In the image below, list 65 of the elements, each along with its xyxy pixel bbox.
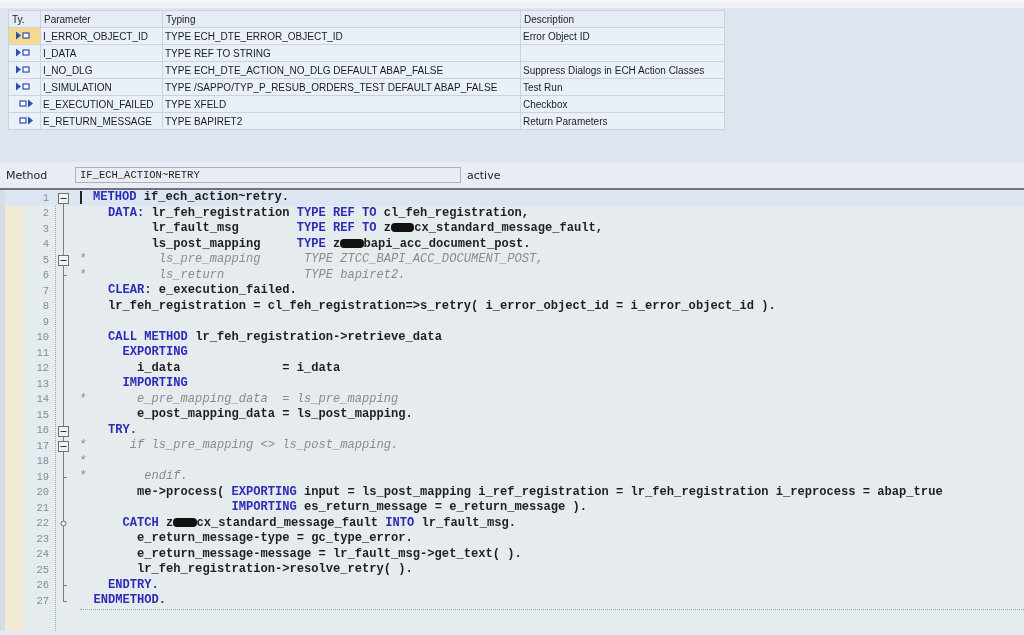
line-number: 13 <box>35 377 50 390</box>
code-line: ENDMETHOD. <box>92 593 167 609</box>
collapse-icon[interactable] <box>58 193 69 204</box>
line-number: 19 <box>35 470 50 483</box>
line-number: 21 <box>35 501 50 514</box>
code-line: e_return_message-type = gc_type_error. <box>136 531 413 547</box>
line-number: 18 <box>35 455 50 468</box>
text-cursor <box>80 191 82 205</box>
code-line: CALL METHOD lr_feh_registration->retrieve_data <box>107 329 442 345</box>
code-line: IMPORTING <box>121 376 188 392</box>
line-number: 27 <box>35 594 50 607</box>
line-number: 24 <box>35 548 50 561</box>
column-header[interactable]: Description <box>520 10 725 28</box>
line-number: 10 <box>35 331 50 344</box>
code-line: CATCH z cx_standard_message_fault INTO lr_fault_msg. <box>121 515 516 531</box>
line-number: 9 <box>41 315 50 328</box>
line-number: 7 <box>41 284 50 297</box>
line-number: 3 <box>41 222 50 235</box>
line-number: 11 <box>35 346 50 359</box>
column-header[interactable]: Parameter <box>40 10 163 28</box>
code-line: TRY. <box>107 422 138 438</box>
collapse-icon[interactable] <box>58 255 69 266</box>
line-number: 26 <box>35 579 50 592</box>
status-text: active <box>467 168 501 182</box>
code-line: * ls_return TYPE bapiret2. <box>79 267 406 283</box>
column-header[interactable]: Ty. <box>8 10 41 28</box>
line-number: 15 <box>35 408 50 421</box>
code-line: e_return_message-message = lr_fault_msg->get_text( ). <box>136 546 522 562</box>
code-line: i_data = i_data <box>136 360 341 376</box>
line-number: 14 <box>35 393 50 406</box>
code-line: ls_post_mapping TYPE z bapi_acc_document_post. <box>150 236 531 252</box>
code-line: lr_fault_msg TYPE REF TO z cx_standard_message_fault, <box>150 221 603 237</box>
code-line: lr_feh_registration->resolve_retry( ). <box>136 562 413 578</box>
code-line: * <box>79 453 87 469</box>
line-number: 8 <box>41 300 50 313</box>
code-line: * endif. <box>79 469 188 485</box>
code-line: me->process( EXPORTING input = ls_post_mapping i_ref_registration = lr_feh_registration i_reprocess = abap_true <box>136 484 943 500</box>
line-number: 23 <box>35 532 50 545</box>
method-name-field[interactable]: IF_ECH_ACTION~RETRY <box>75 167 461 183</box>
code-line: * ls_pre_mapping TYPE ZTCC_BAPI_ACC_DOCUMENT_POST, <box>79 252 544 268</box>
line-number: 12 <box>35 362 50 375</box>
line-number: 20 <box>35 486 50 499</box>
line-number: 16 <box>35 424 50 437</box>
line-number: 6 <box>41 269 50 282</box>
line-number: 25 <box>35 563 50 576</box>
column-header[interactable]: Typing <box>162 10 521 28</box>
code-line: DATA: lr_feh_registration TYPE REF TO cl_feh_registration, <box>107 205 529 221</box>
code-line: * if ls_pre_mapping <> ls_post_mapping. <box>79 438 399 454</box>
collapse-icon[interactable] <box>58 425 69 437</box>
code-line: lr_feh_registration = cl_feh_registration=>s_retry( i_error_object_id = i_error_object_id ). <box>107 298 776 314</box>
code-line: EXPORTING <box>121 345 188 361</box>
line-number: 17 <box>35 439 50 452</box>
line-number: 1 <box>41 191 50 204</box>
line-number: 22 <box>35 517 50 530</box>
collapse-icon[interactable] <box>58 441 69 452</box>
code-line: * e_pre_mapping_data = ls_pre_mapping <box>79 391 399 407</box>
code-line: ENDTRY. <box>107 577 159 593</box>
line-number: 5 <box>41 253 50 266</box>
line-number: 4 <box>41 238 50 251</box>
code-line: IMPORTING es_return_message = e_return_message ). <box>230 500 588 516</box>
line-number: 2 <box>41 207 50 220</box>
code-line: CLEAR: e_execution_failed. <box>107 283 297 299</box>
method-label: Method <box>6 168 49 182</box>
code-line: e_post_mapping_data = ls_post_mapping. <box>136 407 413 423</box>
code-line: METHOD if_ech_action~retry. <box>93 190 289 206</box>
